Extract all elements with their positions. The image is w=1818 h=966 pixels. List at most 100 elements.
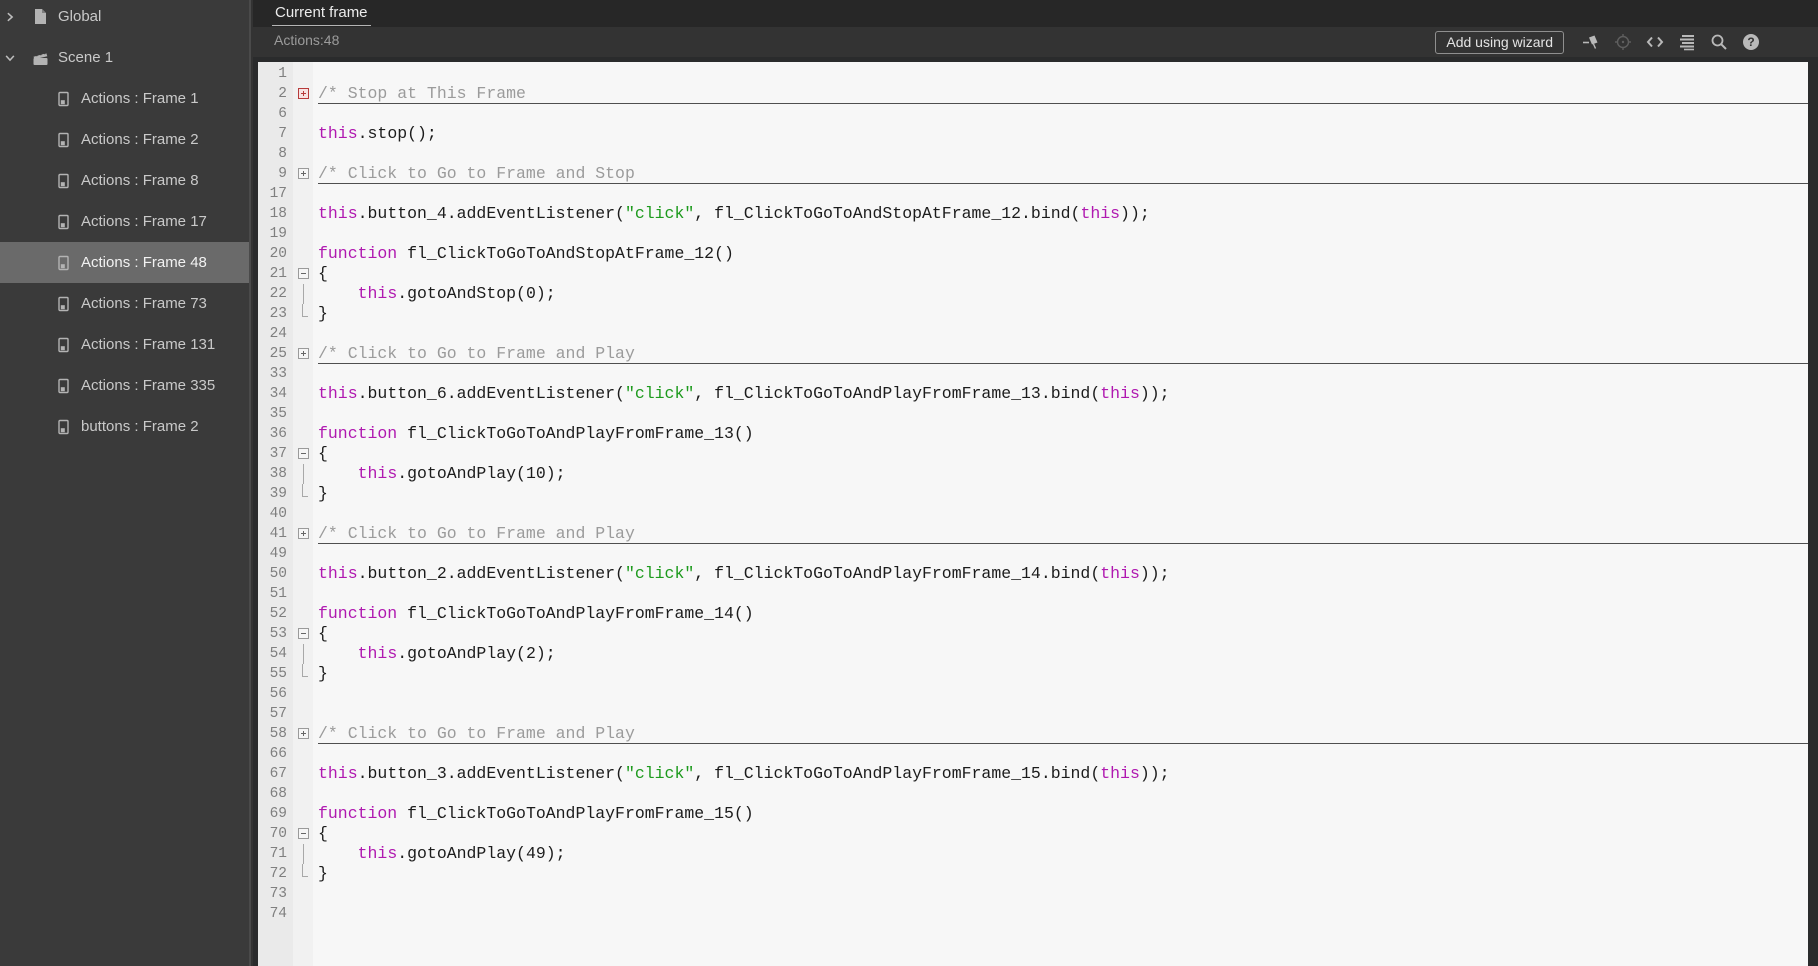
add-using-wizard-button[interactable]: Add using wizard <box>1435 30 1564 54</box>
code-text[interactable]: function fl_ClickToGoToAndStopAtFrame_12… <box>313 244 1808 264</box>
sidebar-item-actions-frame-2[interactable]: Actions : Frame 2 <box>0 119 249 160</box>
code-text[interactable]: this.button_6.addEventListener("click", … <box>313 384 1808 404</box>
sidebar-item-scene-1[interactable]: Scene 1 <box>0 37 249 78</box>
code-text[interactable] <box>313 884 1808 904</box>
code-text[interactable] <box>313 704 1808 724</box>
sidebar-item-actions-frame-73[interactable]: Actions : Frame 73 <box>0 283 249 324</box>
code-text[interactable]: { <box>313 444 1808 464</box>
code-text[interactable] <box>313 324 1808 344</box>
code-text[interactable]: /* Click to Go to Frame and Stop <box>313 164 1808 184</box>
code-line[interactable]: 58 /* Click to Go to Frame and Play <box>258 724 1808 744</box>
code-text[interactable]: } <box>313 664 1808 684</box>
format-icon[interactable] <box>1678 33 1696 51</box>
code-line[interactable]: 71 this.gotoAndPlay(49); <box>258 844 1808 864</box>
code-text[interactable]: /* Click to Go to Frame and Play <box>313 724 1808 744</box>
code-text[interactable]: this.stop(); <box>313 124 1808 144</box>
sidebar-item-global[interactable]: Global <box>0 0 249 37</box>
code-line[interactable]: 73 <box>258 884 1808 904</box>
code-text[interactable]: function fl_ClickToGoToAndPlayFromFrame_… <box>313 424 1808 444</box>
code-text[interactable] <box>313 584 1808 604</box>
code-line[interactable]: 49 <box>258 544 1808 564</box>
code-line[interactable]: 69 function fl_ClickToGoToAndPlayFromFram… <box>258 804 1808 824</box>
fold-expand-icon[interactable] <box>297 168 309 179</box>
code-text[interactable] <box>313 184 1808 204</box>
code-line[interactable]: 35 <box>258 404 1808 424</box>
fold-expand-icon[interactable] <box>297 528 309 539</box>
code-line[interactable]: 41 /* Click to Go to Frame and Play <box>258 524 1808 544</box>
search-icon[interactable] <box>1710 33 1728 51</box>
target-icon[interactable] <box>1614 33 1632 51</box>
code-text[interactable] <box>313 64 1808 84</box>
code-line[interactable]: 23} <box>258 304 1808 324</box>
code-text[interactable]: this.gotoAndPlay(49); <box>313 844 1808 864</box>
code-line[interactable]: 24 <box>258 324 1808 344</box>
code-text[interactable] <box>313 504 1808 524</box>
code-text[interactable]: { <box>313 264 1808 284</box>
code-text[interactable]: } <box>313 864 1808 884</box>
code-text[interactable] <box>313 684 1808 704</box>
code-text[interactable]: /* Click to Go to Frame and Play <box>313 344 1808 364</box>
code-line[interactable]: 34 this.button_6.addEventListener("click"… <box>258 384 1808 404</box>
code-line[interactable]: 18 this.button_4.addEventListener("click"… <box>258 204 1808 224</box>
code-text[interactable]: { <box>313 824 1808 844</box>
code-line[interactable]: 6 <box>258 104 1808 124</box>
tab-current-frame[interactable]: Current frame <box>272 3 371 26</box>
fold-collapse-icon[interactable] <box>297 828 309 839</box>
fold-collapse-icon[interactable] <box>297 448 309 459</box>
code-line[interactable]: 17 <box>258 184 1808 204</box>
code-text[interactable]: } <box>313 304 1808 324</box>
code-line[interactable]: 68 <box>258 784 1808 804</box>
fold-collapse-icon[interactable] <box>297 628 309 639</box>
code-text[interactable]: function fl_ClickToGoToAndPlayFromFrame_… <box>313 604 1808 624</box>
code-line[interactable]: 39} <box>258 484 1808 504</box>
code-line[interactable]: 1 <box>258 64 1808 84</box>
code-text[interactable]: this.button_2.addEventListener("click", … <box>313 564 1808 584</box>
code-text[interactable] <box>313 224 1808 244</box>
code-text[interactable]: this.gotoAndStop(0); <box>313 284 1808 304</box>
code-text[interactable] <box>313 104 1808 124</box>
code-text[interactable] <box>313 544 1808 564</box>
code-line[interactable]: 56 <box>258 684 1808 704</box>
sidebar-item-actions-frame-131[interactable]: Actions : Frame 131 <box>0 324 249 365</box>
code-line[interactable]: 55} <box>258 664 1808 684</box>
code-line[interactable]: 38 this.gotoAndPlay(10); <box>258 464 1808 484</box>
code-text[interactable]: this.button_4.addEventListener("click", … <box>313 204 1808 224</box>
code-text[interactable]: /* Click to Go to Frame and Play <box>313 524 1808 544</box>
sidebar-item-actions-frame-8[interactable]: Actions : Frame 8 <box>0 160 249 201</box>
code-text[interactable]: this.gotoAndPlay(10); <box>313 464 1808 484</box>
code-text[interactable] <box>313 744 1808 764</box>
sidebar-item-actions-frame-1[interactable]: Actions : Frame 1 <box>0 78 249 119</box>
code-line[interactable]: 2 /* Stop at This Frame <box>258 84 1808 104</box>
sidebar-item-buttons-frame-2[interactable]: buttons : Frame 2 <box>0 406 249 447</box>
code-line[interactable]: 40 <box>258 504 1808 524</box>
help-icon[interactable]: ? <box>1742 33 1760 51</box>
code-line[interactable]: 21 { <box>258 264 1808 284</box>
code-line[interactable]: 22 this.gotoAndStop(0); <box>258 284 1808 304</box>
code-line[interactable]: 37 { <box>258 444 1808 464</box>
sidebar-item-actions-frame-335[interactable]: Actions : Frame 335 <box>0 365 249 406</box>
code-text[interactable]: } <box>313 484 1808 504</box>
code-line[interactable]: 72} <box>258 864 1808 884</box>
editor-scrollbar[interactable] <box>1808 57 1818 966</box>
code-line[interactable]: 57 <box>258 704 1808 724</box>
code-icon[interactable] <box>1646 33 1664 51</box>
code-line[interactable]: 52 function fl_ClickToGoToAndPlayFromFram… <box>258 604 1808 624</box>
code-text[interactable] <box>313 904 1808 924</box>
code-text[interactable] <box>313 404 1808 424</box>
code-line[interactable]: 54 this.gotoAndPlay(2); <box>258 644 1808 664</box>
sidebar-item-actions-frame-48[interactable]: Actions : Frame 48 <box>0 242 249 283</box>
fold-expand-icon[interactable] <box>297 728 309 739</box>
code-text[interactable]: this.gotoAndPlay(2); <box>313 644 1808 664</box>
code-editor[interactable]: 1 2/* Stop at This Frame 6 7 this.stop(); 8 9/… <box>253 57 1818 966</box>
fold-expand-icon[interactable] <box>297 348 309 359</box>
code-line[interactable]: 67 this.button_3.addEventListener("click"… <box>258 764 1808 784</box>
pin-icon[interactable] <box>1582 33 1600 51</box>
code-line[interactable]: 9 /* Click to Go to Frame and Stop <box>258 164 1808 184</box>
chevron-down-icon[interactable] <box>4 52 18 64</box>
code-text[interactable]: /* Stop at This Frame <box>313 84 1808 104</box>
code-text[interactable]: this.button_3.addEventListener("click", … <box>313 764 1808 784</box>
code-line[interactable]: 53 { <box>258 624 1808 644</box>
code-line[interactable]: 36 function fl_ClickToGoToAndPlayFromFram… <box>258 424 1808 444</box>
code-line[interactable]: 70 { <box>258 824 1808 844</box>
code-line[interactable]: 51 <box>258 584 1808 604</box>
